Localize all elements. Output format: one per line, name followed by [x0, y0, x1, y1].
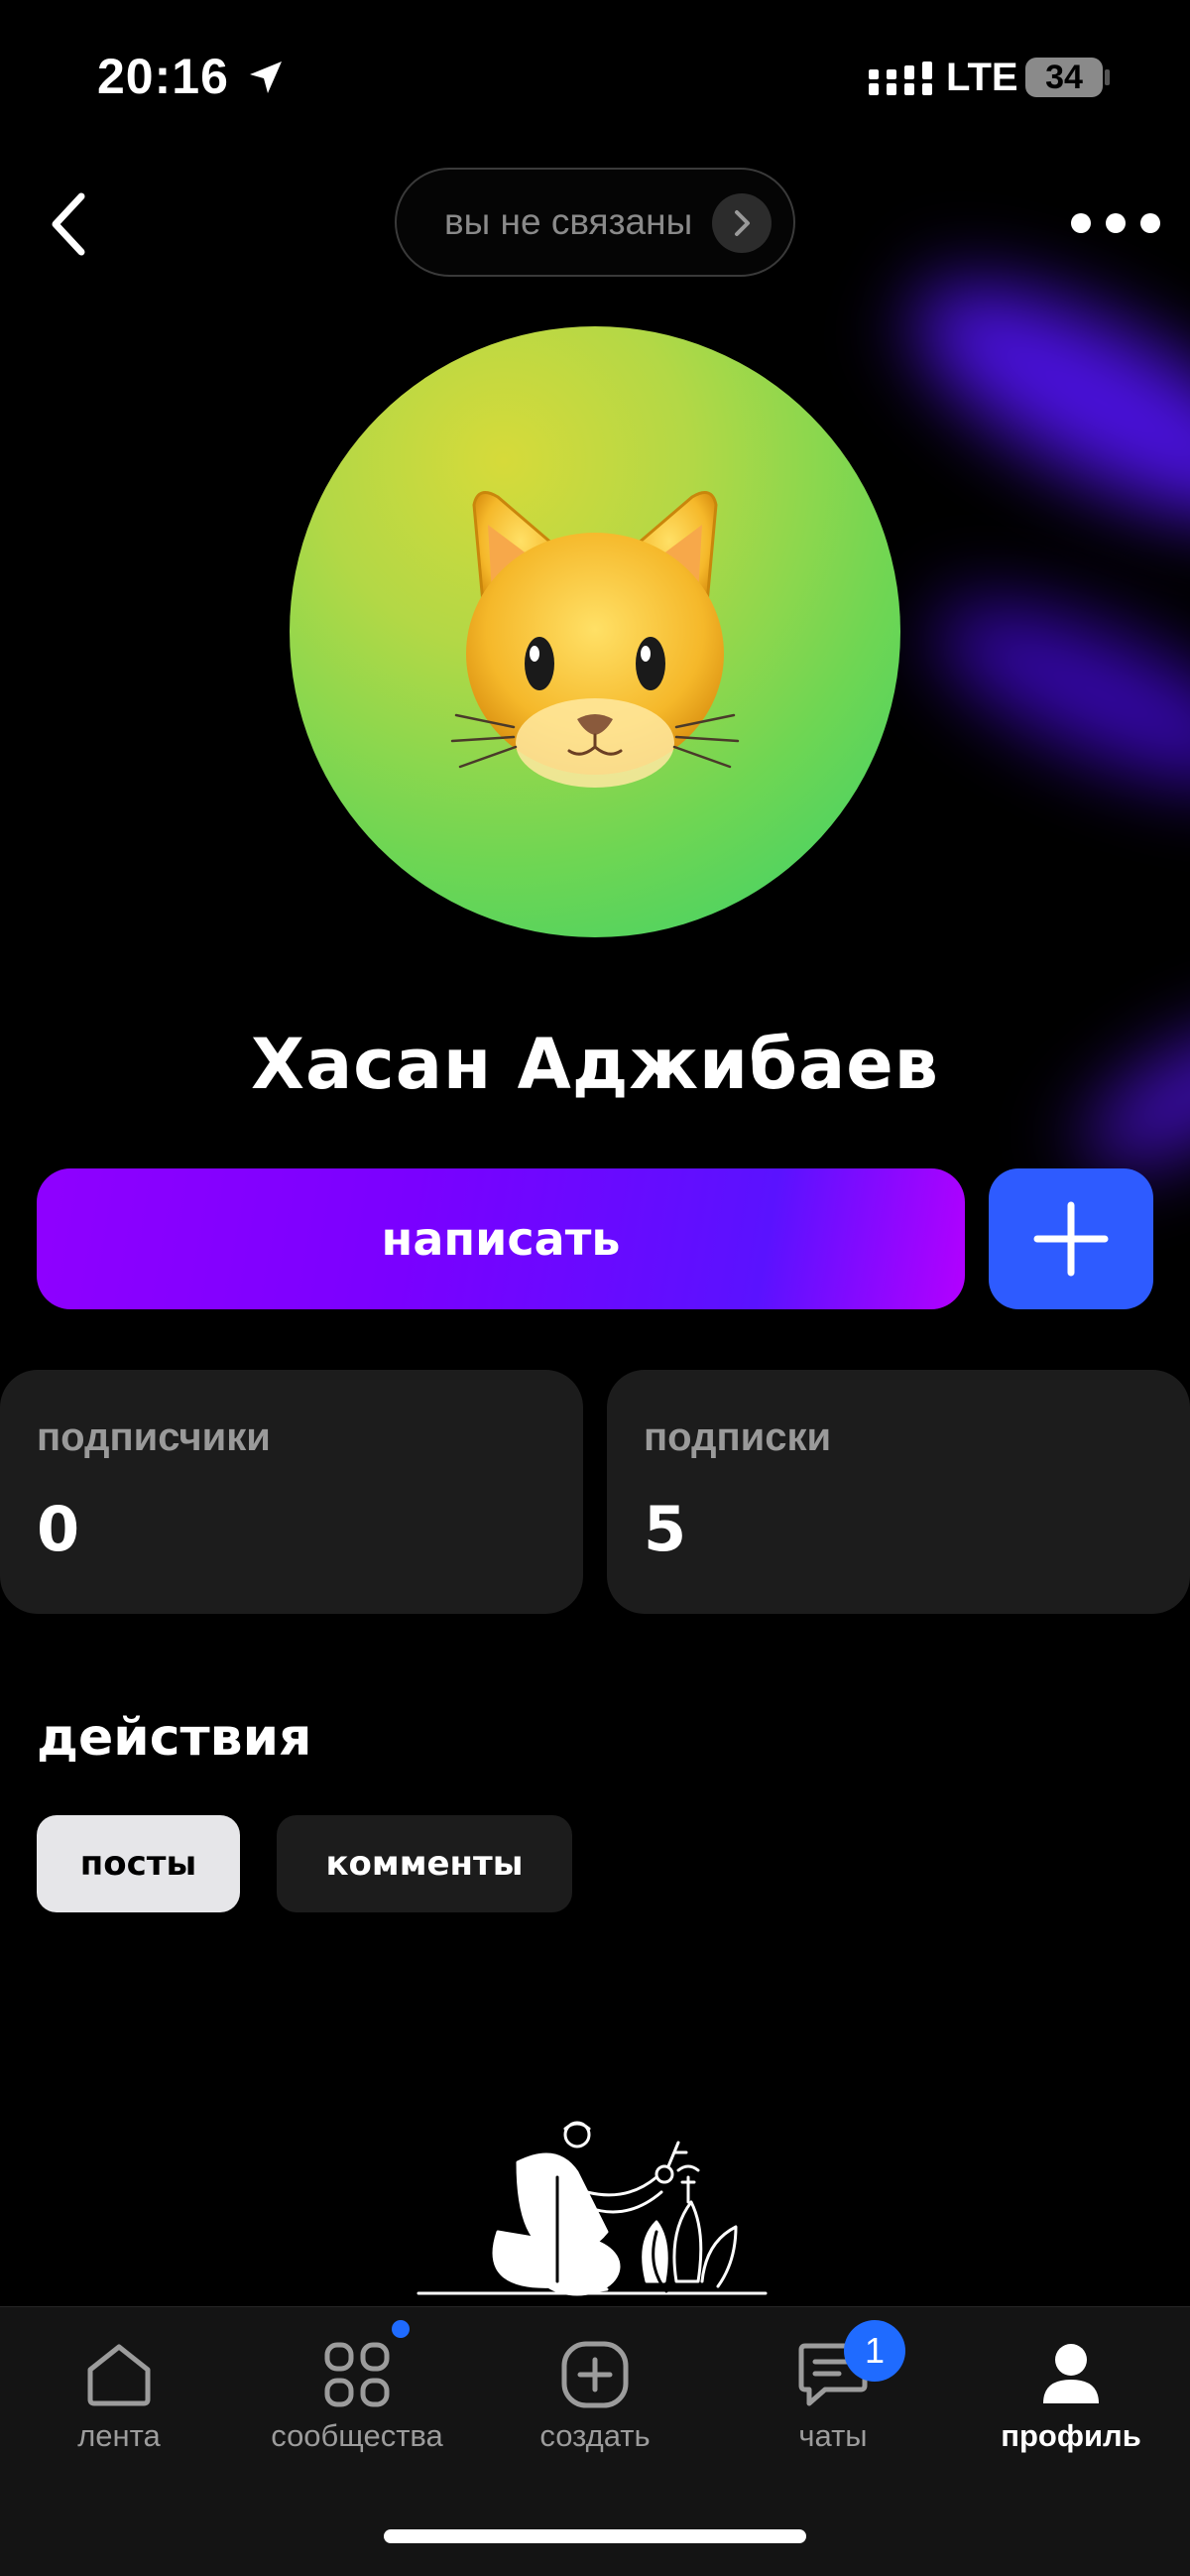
followers-label: подписчики — [37, 1415, 271, 1459]
tab-chats-label: чаты — [798, 2418, 868, 2453]
status-time: 20:16 — [97, 49, 229, 104]
ellipsis-icon — [1106, 213, 1126, 233]
follow-button[interactable] — [989, 1168, 1153, 1309]
tab-communities[interactable]: сообщества — [238, 2307, 476, 2506]
followers-count: 0 — [37, 1493, 80, 1565]
tab-create-label: создать — [539, 2418, 651, 2453]
plus-icon — [1033, 1201, 1109, 1277]
following-label: подписки — [644, 1415, 832, 1459]
connection-status-pill[interactable]: вы не связаны — [395, 168, 795, 277]
status-bar: 20:16 LTE 34 — [0, 0, 1190, 159]
purple-glow-decoration — [882, 238, 1190, 565]
tab-posts-chip[interactable]: посты — [37, 1815, 240, 1912]
battery-level: 34 — [1045, 59, 1083, 96]
empty-state-illustration — [416, 2121, 768, 2296]
activity-section-title: действия — [37, 1708, 312, 1768]
connection-status-label: вы не связаны — [444, 201, 693, 242]
ellipsis-icon — [1140, 213, 1160, 233]
write-message-label: написать — [381, 1212, 621, 1266]
tab-communities-label: сообщества — [271, 2418, 443, 2453]
tab-chats[interactable]: чаты — [714, 2307, 952, 2506]
write-message-button[interactable]: написать — [37, 1168, 965, 1309]
tab-create[interactable]: создать — [476, 2307, 714, 2506]
location-arrow-icon — [250, 61, 282, 93]
following-card[interactable]: подписки 5 — [607, 1370, 1190, 1614]
home-icon — [79, 2335, 159, 2414]
avatar[interactable] — [290, 326, 900, 937]
followers-card[interactable]: подписчики 0 — [0, 1370, 583, 1614]
grid-icon — [317, 2335, 397, 2414]
chevron-right-icon — [712, 193, 772, 253]
following-count: 5 — [644, 1493, 687, 1565]
purple-glow-decoration — [913, 566, 1190, 822]
ellipsis-icon — [1071, 213, 1091, 233]
tab-profile[interactable]: профиль — [952, 2307, 1190, 2506]
cat-face-icon — [450, 491, 740, 788]
profile-name: Хасан Аджибаев — [251, 1024, 939, 1105]
signal-icon — [869, 61, 932, 95]
person-icon — [1031, 2335, 1111, 2414]
battery-tip — [1105, 69, 1110, 85]
tab-profile-label: профиль — [1001, 2418, 1141, 2453]
more-options-button[interactable] — [1071, 198, 1160, 248]
tab-feed-label: лента — [77, 2418, 161, 2453]
plus-square-icon — [555, 2335, 635, 2414]
back-button[interactable] — [40, 184, 99, 264]
battery-icon: 34 — [1025, 58, 1103, 97]
tab-comments-chip[interactable]: комменты — [277, 1815, 572, 1912]
home-indicator — [384, 2529, 806, 2543]
tab-feed[interactable]: лента — [0, 2307, 238, 2506]
network-type: LTE — [946, 56, 1018, 99]
communities-notification-dot — [392, 2320, 410, 2338]
chevron-left-icon — [52, 192, 85, 256]
chats-unread-badge: 1 — [844, 2320, 905, 2382]
